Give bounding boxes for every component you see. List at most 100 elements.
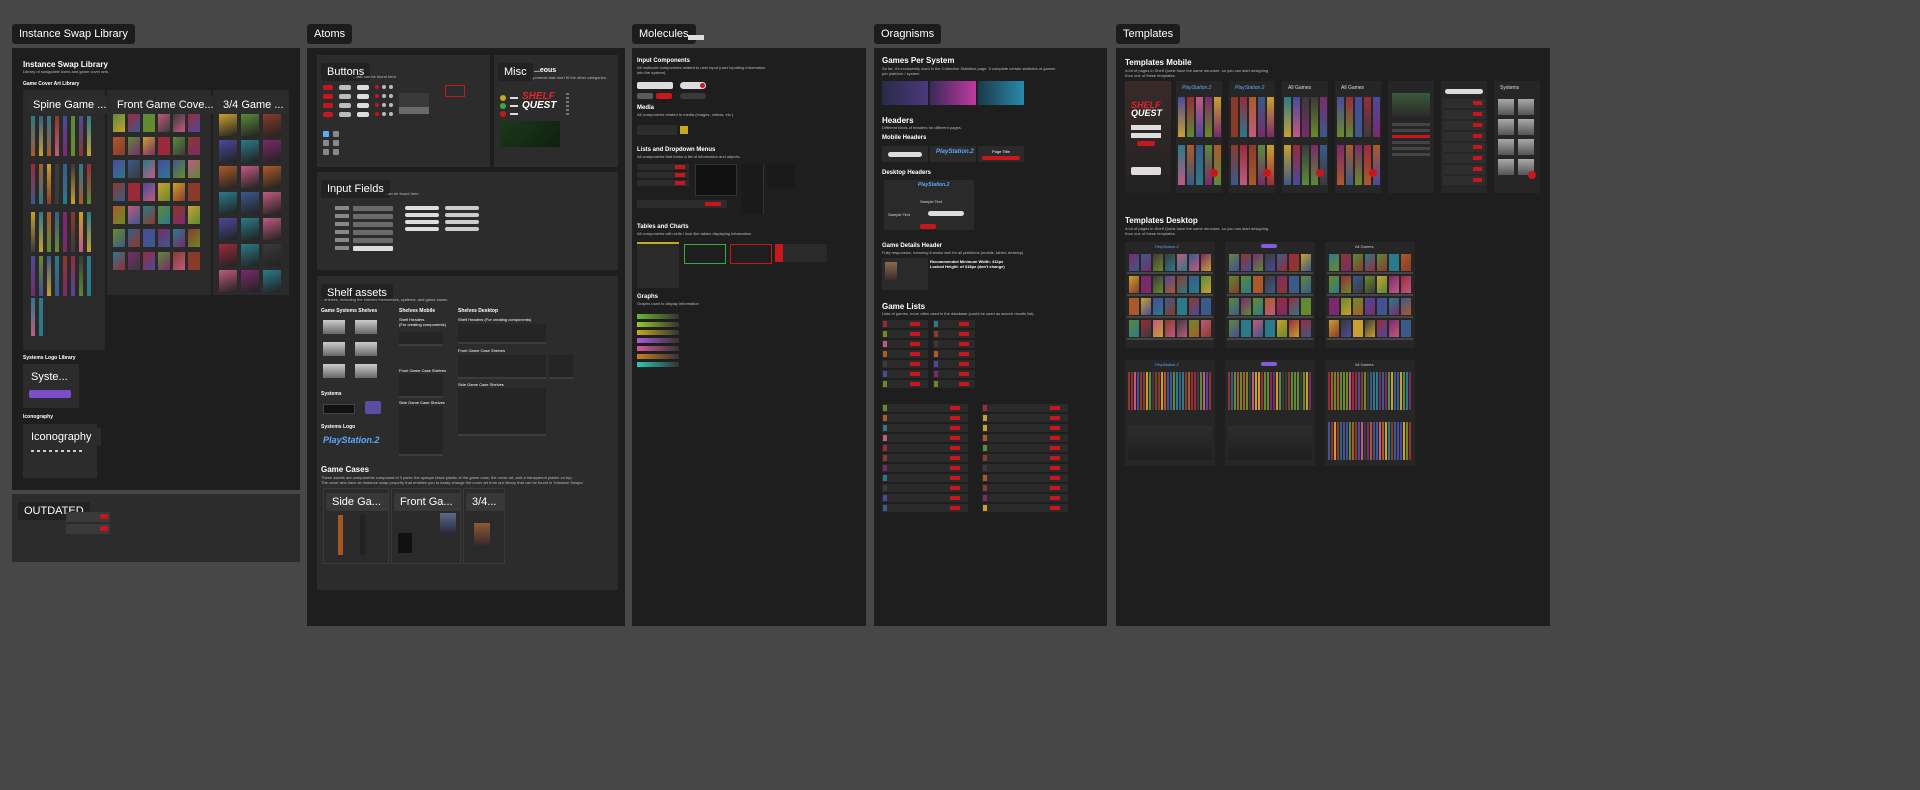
- page-title-text: Page Title: [992, 149, 1010, 154]
- front-cover-grid: [113, 114, 205, 294]
- desktop-cover: [1289, 298, 1299, 315]
- desktop-shelf-line: [1127, 272, 1213, 274]
- radio-variant: [375, 85, 379, 89]
- game-list-button: [959, 342, 969, 346]
- frame-label-molecules[interactable]: Molecules: [632, 24, 696, 44]
- desktop-spine: [1337, 422, 1339, 460]
- front-cover-chip[interactable]: Front Game Cove...: [111, 96, 213, 114]
- spine-cover: [71, 116, 75, 156]
- desktop-front-shelf-small: [549, 355, 573, 379]
- spine-cover: [47, 164, 51, 204]
- spine-chip[interactable]: Spine Game ...: [27, 96, 109, 114]
- desktop-spine: [1328, 372, 1330, 410]
- misc-chip[interactable]: Misc: [498, 63, 533, 81]
- desktop-spine: [1197, 372, 1199, 410]
- desktop-cover: [1141, 276, 1151, 293]
- desktop-cover: [1189, 298, 1199, 315]
- desktop-cover: [1189, 254, 1199, 271]
- three-quarter-case-chip[interactable]: 3/4...: [466, 493, 504, 511]
- input-fields-chip[interactable]: Input Fields: [321, 180, 390, 198]
- desktop-shelf-header: [458, 324, 546, 344]
- frame-label-templates[interactable]: Templates: [1116, 24, 1181, 44]
- three-quarter-cover: [263, 140, 281, 162]
- mobile-template-cover: [1249, 145, 1256, 185]
- system-shelf: [323, 320, 345, 334]
- front-cover: [143, 160, 155, 178]
- game-list-cover: [934, 331, 938, 337]
- graph-bar: [637, 314, 679, 319]
- front-cover: [128, 137, 140, 155]
- three-quarter-chip[interactable]: 3/4 Game ...: [217, 96, 289, 114]
- input-label: [335, 206, 349, 210]
- input-field-alt: [405, 206, 439, 210]
- instance-swap-title: Instance Swap Library: [23, 60, 108, 69]
- desktop-cover: [1341, 320, 1351, 337]
- desktop-spine: [1385, 422, 1387, 460]
- desktop-spine: [1391, 372, 1393, 410]
- desktop-cover: [1253, 320, 1263, 337]
- spine-cover: [87, 116, 91, 156]
- desktop-cover: [1129, 276, 1139, 293]
- desktop-spine: [1191, 372, 1193, 410]
- mobile-template-cover: [1178, 97, 1185, 137]
- desktop-spine: [1340, 372, 1342, 410]
- front-game-case-chip[interactable]: Front Ga...: [394, 493, 460, 511]
- side-case-spine: [338, 515, 343, 555]
- tables-sub: All components with cells / look like ta…: [637, 231, 753, 236]
- desktop-cover: [1329, 254, 1339, 271]
- desktop-spine: [1367, 422, 1369, 460]
- desktop-spine: [1161, 372, 1163, 410]
- three-quarter-cover: [241, 114, 259, 136]
- desktop-template-header: PlayStation.2: [1155, 362, 1179, 367]
- search-clear-icon: [700, 83, 705, 88]
- desktop-cover: [1265, 254, 1275, 271]
- iconography-chip[interactable]: Iconography: [25, 428, 101, 446]
- game-list-button: [1050, 466, 1060, 470]
- desktop-cover: [1277, 320, 1287, 337]
- mobile-template-cover: [1267, 145, 1274, 185]
- search-result-button: [1473, 167, 1482, 171]
- frame-label-organisms[interactable]: Oragnisms: [874, 24, 942, 44]
- icon-button: [323, 131, 329, 137]
- graphs-heading: Graphs: [637, 294, 659, 300]
- front-cover-section: Front Game Cove...: [107, 90, 213, 295]
- mobile-template-cover: [1249, 97, 1256, 137]
- button-variant-red: [323, 85, 333, 90]
- desktop-spine: [1409, 422, 1411, 460]
- desktop-spine: [1140, 372, 1142, 410]
- front-cover: [128, 229, 140, 247]
- desktop-spine: [1394, 372, 1396, 410]
- frame-label-instance-swap[interactable]: Instance Swap Library: [12, 24, 135, 44]
- front-cover: [158, 137, 170, 155]
- game-list-row: [882, 340, 928, 348]
- desktop-cover: [1177, 298, 1187, 315]
- misc-line: [510, 113, 518, 115]
- desktop-cover: [1229, 254, 1239, 271]
- mobile-header-ps-logo: PlayStation.2: [936, 149, 974, 155]
- side-game-case-chip[interactable]: Side Ga...: [326, 493, 388, 511]
- search-result-button: [1473, 145, 1482, 149]
- instance-swap-frame: Instance Swap Library Library of swappab…: [12, 48, 300, 490]
- game-list-cover: [934, 381, 938, 387]
- desktop-spine: [1206, 372, 1208, 410]
- systems-chip[interactable]: Syste...: [25, 368, 79, 386]
- frame-label-atoms[interactable]: Atoms: [307, 24, 353, 44]
- desktop-cover: [1241, 254, 1251, 271]
- input-preview-bar: [399, 107, 429, 114]
- desktop-spine: [1400, 422, 1402, 460]
- desktop-spine: [1285, 372, 1287, 410]
- input-field: [353, 246, 393, 251]
- desktop-cover: [1341, 298, 1351, 315]
- spine-cover: [31, 164, 35, 204]
- mobile-template-cover: [1187, 97, 1194, 137]
- front-cover: [188, 183, 200, 201]
- detail-line: [1392, 153, 1430, 156]
- radio-variant: [389, 103, 393, 107]
- game-list-button: [959, 362, 969, 366]
- desktop-cover: [1177, 276, 1187, 293]
- game-list-desktop-b: [982, 404, 1070, 514]
- mobile-template-cover: [1231, 97, 1238, 137]
- desktop-spine: [1240, 372, 1242, 410]
- outdated-red-button: [100, 514, 108, 519]
- desktop-cover: [1365, 254, 1375, 271]
